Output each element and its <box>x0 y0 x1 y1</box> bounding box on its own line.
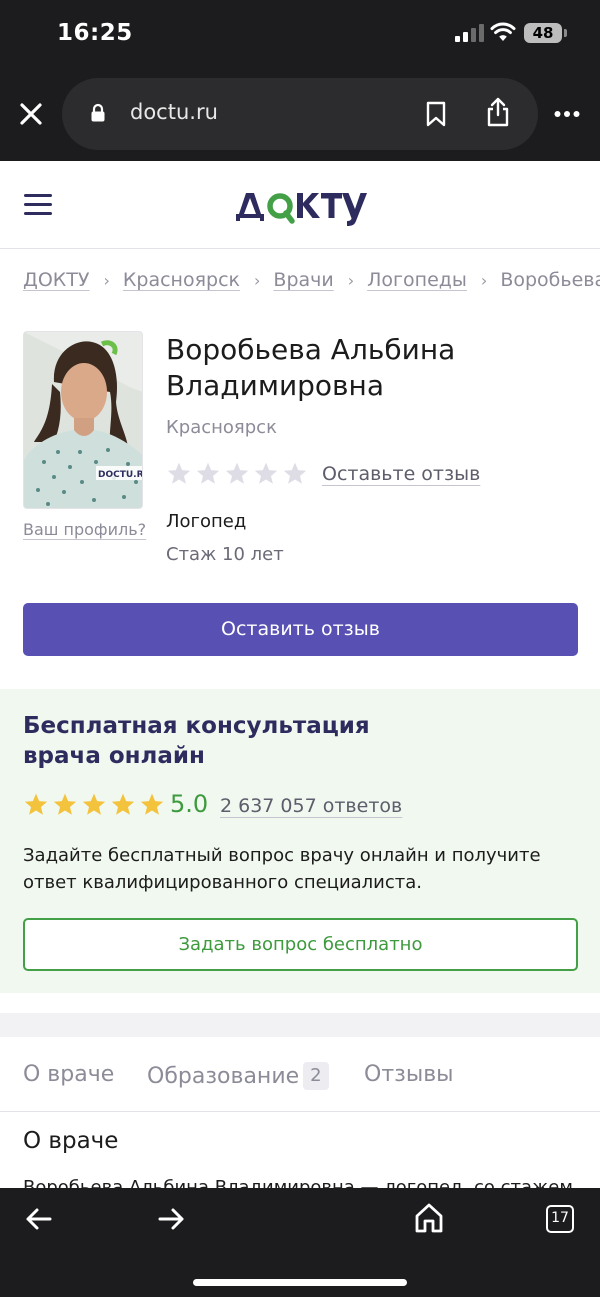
breadcrumb-separator: › <box>480 271 488 290</box>
back-arrow-icon[interactable] <box>24 1205 54 1233</box>
tab-education[interactable]: Образование 2 <box>147 1062 329 1090</box>
star-icon[interactable] <box>166 461 192 487</box>
star-icon <box>53 793 77 815</box>
star-icon <box>82 793 106 815</box>
free-consultation-block: Бесплатная консультация врача онлайн 5.0… <box>0 689 600 993</box>
lock-icon <box>91 103 105 122</box>
consultation-answers-link[interactable]: 2 637 057 ответов <box>220 795 402 817</box>
star-icon[interactable] <box>282 461 308 487</box>
tab-education-label: Образование <box>147 1064 300 1089</box>
profile-tabs: О враче Образование 2 Отзывы <box>0 1037 600 1112</box>
home-icon[interactable] <box>414 1202 444 1234</box>
menu-icon[interactable] <box>24 194 52 216</box>
web-page: ДОКТУ › Красноярск › Врачи › Логопеды › Воробьев… <box>0 161 600 1188</box>
about-section-title: О враче <box>23 1128 119 1154</box>
forward-arrow-icon[interactable] <box>156 1205 186 1233</box>
browser-bar: doctu.ru <box>0 66 600 161</box>
profile-claim-link[interactable]: Ваш профиль? <box>23 520 146 539</box>
wifi-icon <box>490 22 516 41</box>
doctor-city: Красноярск <box>166 417 277 438</box>
breadcrumb-item-home[interactable]: ДОКТУ <box>23 269 89 291</box>
site-header <box>0 161 600 249</box>
leave-review-link[interactable]: Оставьте отзыв <box>322 463 480 485</box>
breadcrumb-item-current: Воробьева <box>500 269 600 291</box>
address-bar[interactable]: doctu.ru <box>62 78 538 150</box>
star-icon[interactable] <box>224 461 250 487</box>
photo-watermark: DOCTU.RU <box>98 470 143 480</box>
battery-icon: 48 <box>524 23 567 43</box>
close-icon[interactable] <box>14 97 48 131</box>
share-icon[interactable] <box>484 96 512 128</box>
home-indicator <box>193 1279 407 1286</box>
doctor-name: Воробьева Альбина Владимировна <box>166 333 456 402</box>
tabs-icon[interactable]: 17 <box>546 1205 574 1233</box>
tab-education-badge: 2 <box>303 1062 329 1090</box>
star-icon <box>111 793 135 815</box>
doctor-specialty[interactable]: Логопед <box>166 511 246 532</box>
consultation-rating: 5.0 <box>170 790 209 818</box>
ask-question-button[interactable]: Задать вопрос бесплатно <box>23 918 578 971</box>
breadcrumb-separator: › <box>347 271 355 290</box>
doctor-photo: DOCTU.RU <box>23 331 143 509</box>
status-bar: 16:25 48 <box>0 0 600 66</box>
bookmark-icon[interactable] <box>424 100 448 128</box>
star-icon <box>140 793 164 815</box>
url-text: doctu.ru <box>130 100 218 124</box>
star-icon <box>24 793 48 815</box>
about-section-text: Воробьева Альбина Владимировна — логопед… <box>23 1177 573 1188</box>
status-time: 16:25 <box>57 20 133 46</box>
tab-reviews[interactable]: Отзывы <box>364 1062 454 1087</box>
star-icon[interactable] <box>195 461 221 487</box>
section-divider <box>0 1013 600 1037</box>
cellular-signal-icon <box>455 24 485 42</box>
consultation-title: Бесплатная консультация врача онлайн <box>23 713 370 769</box>
breadcrumb: ДОКТУ › Красноярск › Врачи › Логопеды › Воробьев… <box>23 269 600 291</box>
more-icon[interactable] <box>554 110 580 118</box>
consultation-text: Задайте бесплатный вопрос врачу онлайн и… <box>23 845 541 893</box>
breadcrumb-separator: › <box>103 271 110 290</box>
tab-about[interactable]: О враче <box>23 1062 114 1087</box>
browser-toolbar: 17 <box>0 1188 600 1297</box>
breadcrumb-item-specialty[interactable]: Логопеды <box>367 269 467 291</box>
leave-review-button[interactable]: Оставить отзыв <box>23 603 578 656</box>
breadcrumb-item-doctors[interactable]: Врачи <box>273 269 333 291</box>
doctor-experience: Стаж 10 лет <box>166 544 284 565</box>
breadcrumb-separator: › <box>254 271 261 290</box>
breadcrumb-item-city[interactable]: Красноярск <box>123 269 240 291</box>
star-icon[interactable] <box>253 461 279 487</box>
site-logo[interactable] <box>234 183 368 227</box>
